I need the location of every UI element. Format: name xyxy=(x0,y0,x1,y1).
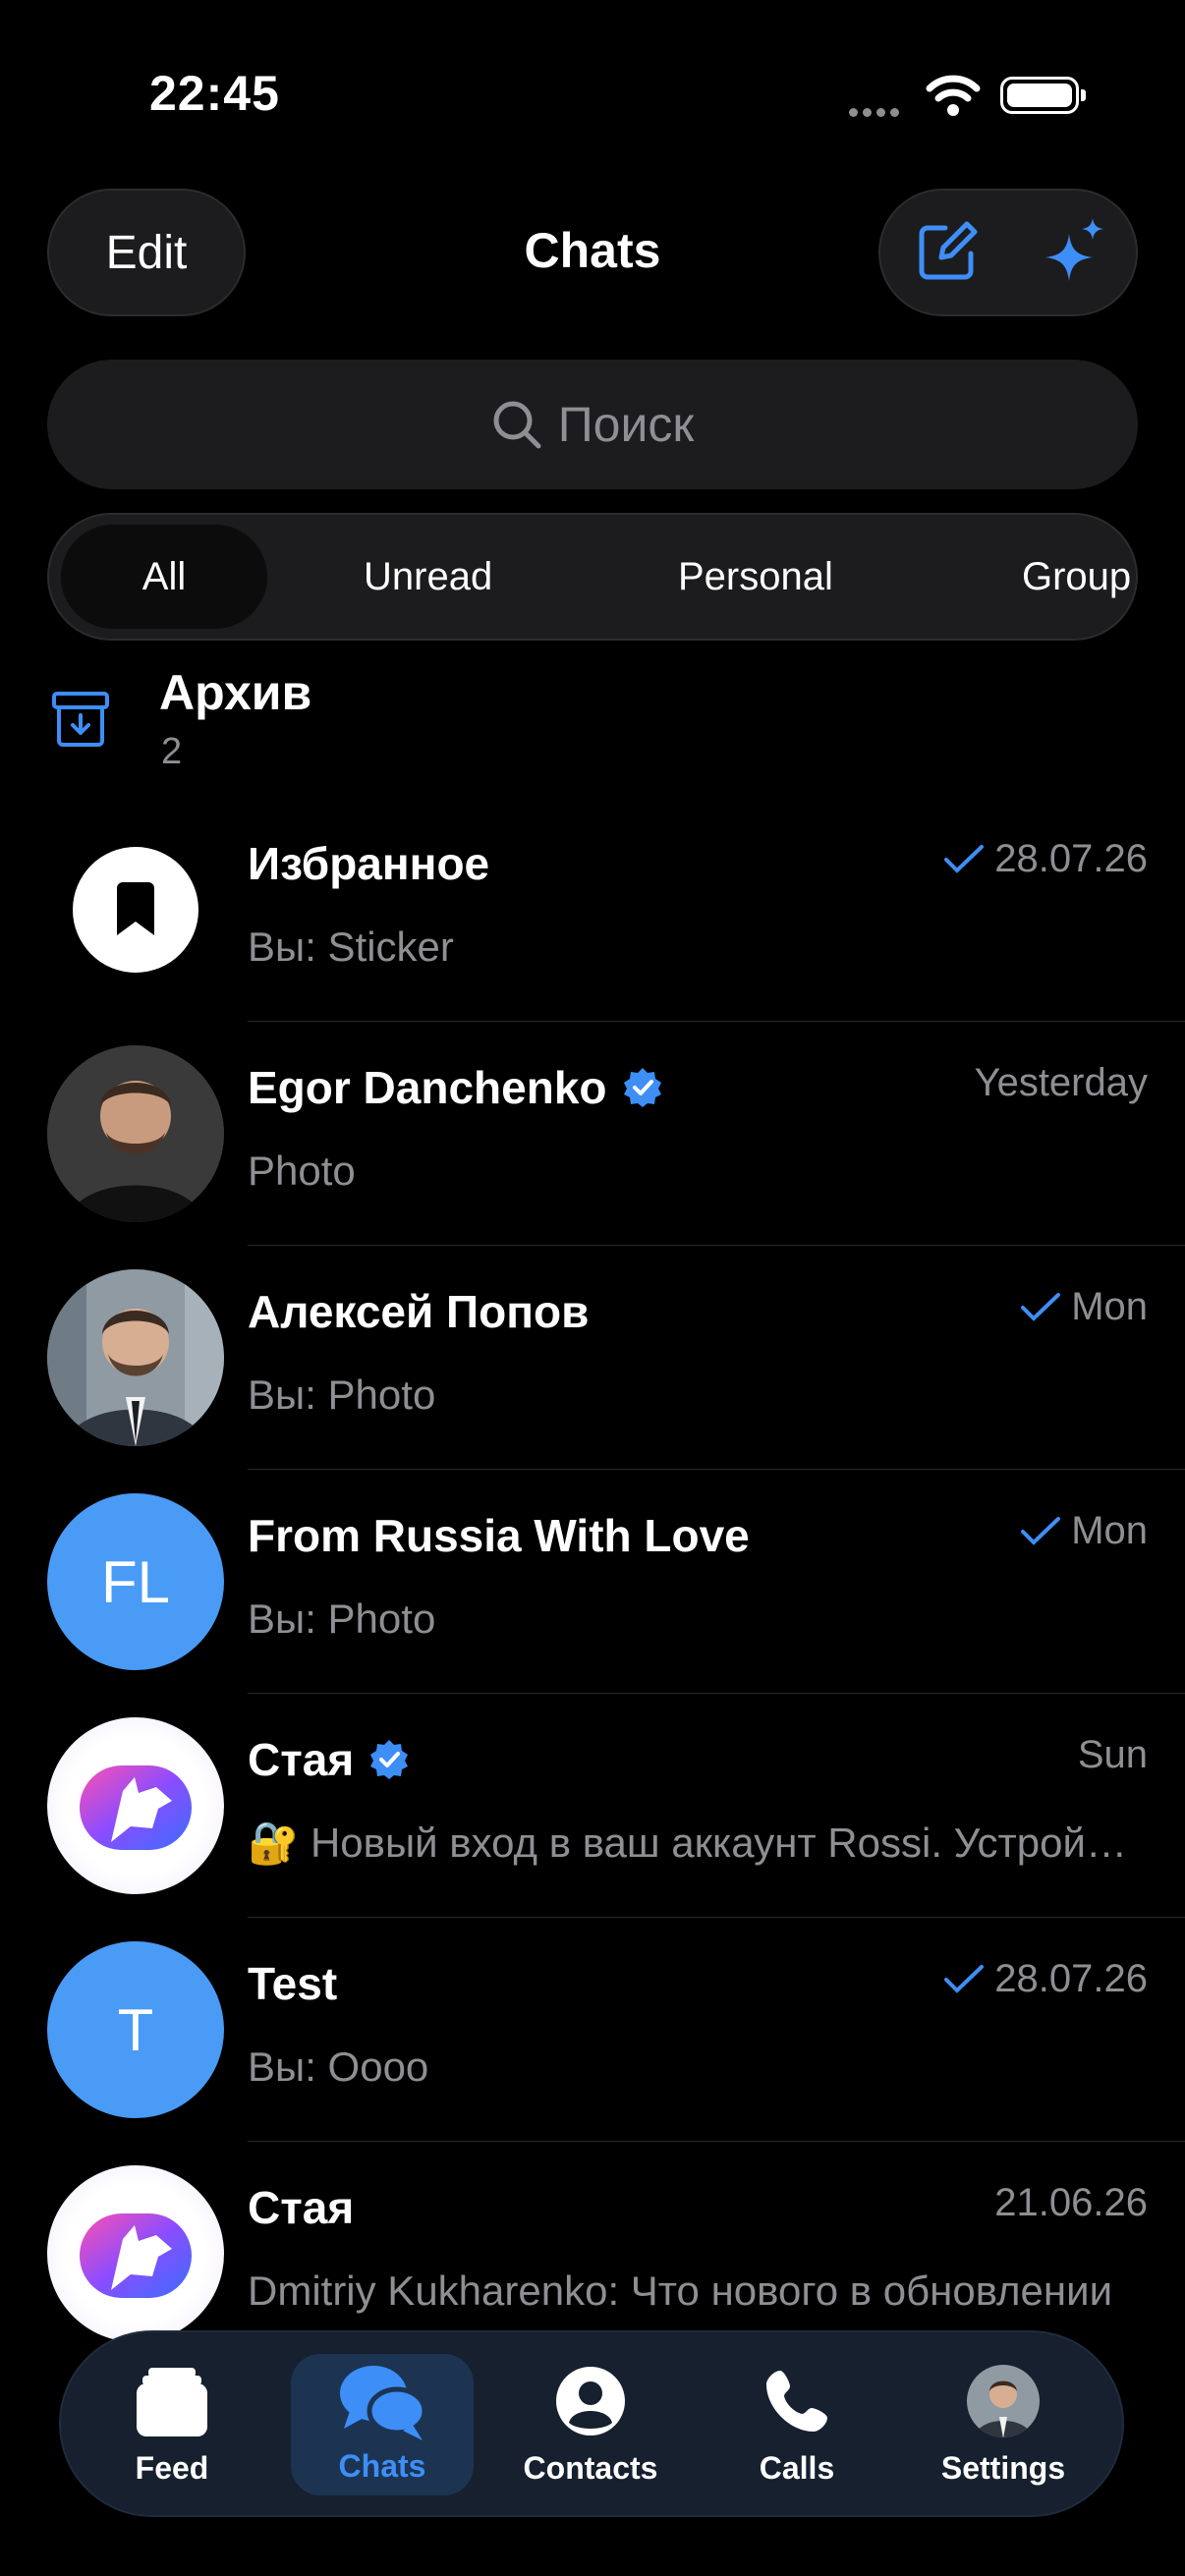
verified-badge-icon xyxy=(370,1740,409,1779)
avatar: FL xyxy=(47,1493,224,1670)
settings-avatar xyxy=(967,2365,1040,2437)
chat-row-staya[interactable]: Стая Sun 🔐 Новый вход в ваш аккаунт Ross… xyxy=(0,1694,1185,1918)
header-actions xyxy=(878,189,1138,316)
archive-title[interactable]: Архив xyxy=(159,664,311,721)
tab-label: Calls xyxy=(759,2450,835,2486)
verified-badge-icon xyxy=(623,1068,661,1107)
read-check-icon xyxy=(944,844,985,873)
avatar xyxy=(47,2165,224,2342)
chat-date: Mon xyxy=(1020,1285,1148,1329)
chat-row-aleksey[interactable]: Алексей Попов Mon Вы: Photo xyxy=(0,1246,1185,1470)
chat-date: 28.07.26 xyxy=(943,837,1148,881)
feed-icon xyxy=(137,2368,207,2436)
filter-group[interactable]: Group xyxy=(1022,515,1131,639)
search-input[interactable]: Поиск xyxy=(47,360,1138,489)
tab-label: Chats xyxy=(338,2448,426,2484)
avatar: T xyxy=(47,1941,224,2118)
sparkle-icon[interactable] xyxy=(1038,214,1112,289)
battery-icon xyxy=(1000,77,1086,114)
chat-name: Избранное xyxy=(248,838,490,889)
tab-chats[interactable]: Chats xyxy=(291,2354,474,2495)
tab-label: Contacts xyxy=(523,2450,658,2486)
avatar xyxy=(47,1717,224,1894)
chat-preview: Dmitriy Kukharenko: Что нового в обновле… xyxy=(248,2268,1113,2314)
wolf-logo-icon xyxy=(80,1765,192,1850)
chat-name: Test xyxy=(248,1958,338,2009)
status-time: 22:45 xyxy=(149,66,280,121)
filter-all[interactable]: All xyxy=(61,525,267,629)
chats-icon xyxy=(340,2366,426,2440)
avatar-photo xyxy=(47,1269,224,1446)
tab-contacts[interactable]: Contacts xyxy=(499,2332,682,2515)
filter-unread[interactable]: Unread xyxy=(364,515,492,639)
wifi-icon xyxy=(926,75,981,116)
avatar xyxy=(47,821,224,998)
avatar-initials: FL xyxy=(100,1548,171,1615)
wolf-logo-icon xyxy=(80,2213,192,2298)
read-check-icon xyxy=(1021,1516,1061,1545)
chat-preview: Вы: Sticker xyxy=(248,924,454,970)
read-check-icon xyxy=(1021,1292,1061,1321)
chat-name: From Russia With Love xyxy=(248,1510,750,1561)
chat-name: Egor Danchenko xyxy=(248,1061,664,1114)
compose-icon[interactable] xyxy=(916,220,979,283)
tab-feed[interactable]: Feed xyxy=(81,2332,263,2515)
chat-date: Yesterday xyxy=(974,1061,1148,1104)
tab-label: Settings xyxy=(940,2450,1066,2486)
search-placeholder: Поиск xyxy=(557,397,695,452)
tab-bar: Feed Chats Contacts Calls Settings xyxy=(59,2330,1124,2517)
chat-row-egor[interactable]: Egor Danchenko Yesterday Photo xyxy=(0,1022,1185,1246)
chat-date: Mon xyxy=(1020,1509,1148,1553)
chat-preview: Вы: Оооо xyxy=(248,2044,429,2090)
archive-icon[interactable] xyxy=(49,688,112,751)
chat-preview: Вы: Photo xyxy=(248,1596,436,1642)
chat-row-from-russia[interactable]: FL From Russia With Love Mon Вы: Photo xyxy=(0,1470,1185,1694)
cellular-signal-icon xyxy=(849,104,904,122)
chat-row-test[interactable]: T Test 28.07.26 Вы: Оооо xyxy=(0,1918,1185,2142)
tab-calls[interactable]: Calls xyxy=(705,2332,888,2515)
archive-count: 2 xyxy=(161,731,183,772)
avatar-photo xyxy=(47,1045,224,1222)
chat-date: Sun xyxy=(1077,1733,1148,1776)
read-check-icon xyxy=(944,1964,985,1993)
chat-name: Алексей Попов xyxy=(248,1286,590,1337)
chat-date: 28.07.26 xyxy=(943,1957,1148,2001)
avatar-initials: T xyxy=(117,1996,154,2063)
chat-name: Стая xyxy=(248,2182,355,2233)
tab-settings[interactable]: Settings xyxy=(912,2332,1095,2515)
calls-icon xyxy=(766,2371,827,2432)
search-icon xyxy=(493,401,541,449)
chat-preview: Вы: Photo xyxy=(248,1372,436,1418)
chat-row-saved[interactable]: Избранное 28.07.26 Вы: Sticker xyxy=(0,798,1185,1022)
chat-preview: 🔐 Новый вход в ваш аккаунт Rossi. Устрой… xyxy=(248,1820,1132,1866)
tab-label: Feed xyxy=(135,2450,209,2486)
contacts-icon xyxy=(556,2367,625,2436)
bookmark-icon xyxy=(117,882,154,935)
chat-preview: Photo xyxy=(248,1148,356,1194)
filter-personal[interactable]: Personal xyxy=(678,515,833,639)
avatar xyxy=(47,1269,224,1446)
avatar xyxy=(47,1045,224,1222)
chat-name: Стая xyxy=(248,1733,411,1786)
filter-tabs: All Unread Personal Group xyxy=(47,513,1138,641)
chat-date: 21.06.26 xyxy=(994,2181,1148,2224)
